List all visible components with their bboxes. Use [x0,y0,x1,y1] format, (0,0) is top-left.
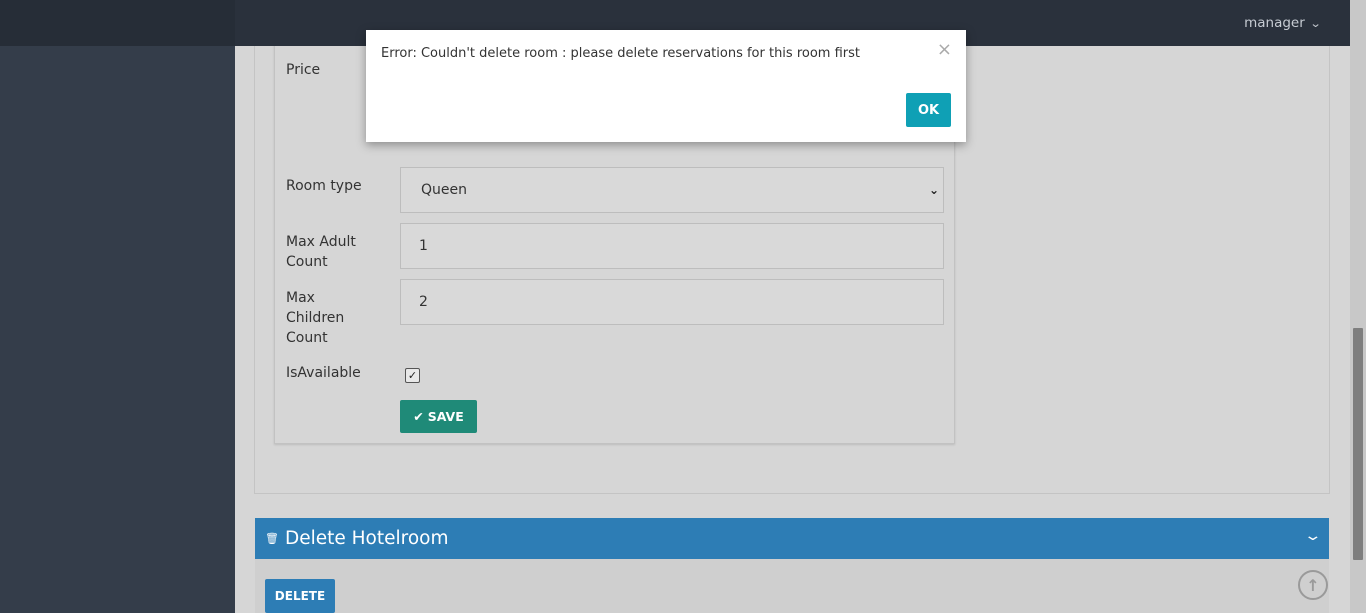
delete-hotelroom-body: DELETE [255,559,1329,613]
user-menu[interactable]: manager ⌄ [1244,15,1322,31]
user-menu-label: manager [1244,15,1305,31]
save-button-label: SAVE [427,409,464,424]
chevron-down-icon[interactable]: ⌄ [1304,528,1323,544]
delete-hotelroom-header[interactable]: 🗑 Delete Hotelroom ⌄ [255,518,1329,559]
room-type-select[interactable]: Queen ⌄ [400,167,944,213]
room-type-label: Room type [286,178,362,194]
chevron-down-icon: ⌄ [928,183,939,197]
is-available-checkbox[interactable]: ✓ [405,368,420,383]
max-children-value: 2 [419,294,428,310]
max-adult-input[interactable]: 1 [400,223,944,269]
delete-hotelroom-title: Delete Hotelroom [284,528,449,549]
error-dialog: Error: Couldn't delete room : please del… [366,30,966,142]
page-scrollbar[interactable] [1350,0,1366,613]
close-icon[interactable]: × [937,39,952,60]
sidebar [0,46,235,613]
max-adult-value: 1 [419,238,428,254]
ok-button[interactable]: OK [906,93,951,127]
chevron-down-icon: ⌄ [1309,16,1322,30]
max-children-input[interactable]: 2 [400,279,944,325]
price-label: Price [286,62,321,78]
check-icon: ✔ [413,409,424,424]
save-button[interactable]: ✔ SAVE [400,400,477,433]
navbar-brand-area [0,0,235,46]
room-type-value: Queen [421,182,467,198]
trash-icon: 🗑 [265,532,279,545]
max-adult-label: Max Adult Count [286,234,356,270]
delete-button[interactable]: DELETE [265,579,335,613]
max-children-label: Max Children Count [286,290,345,346]
is-available-label: IsAvailable [286,365,361,381]
scrollbar-thumb[interactable] [1353,328,1363,560]
scroll-to-top-icon[interactable]: ↑ [1298,570,1328,600]
error-message: Error: Couldn't delete room : please del… [381,46,860,61]
